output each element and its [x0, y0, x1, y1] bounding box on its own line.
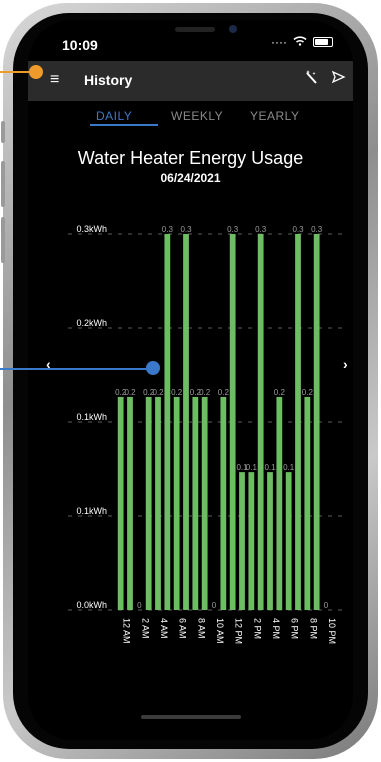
annotation-line-menu: [0, 71, 30, 73]
bar-value-label: 0.3: [162, 225, 174, 234]
bar[interactable]: [295, 234, 301, 610]
x-tick-label: 10 AM: [215, 618, 225, 644]
battery-icon: [313, 37, 333, 47]
status-icons: ····: [271, 35, 333, 49]
bar[interactable]: [201, 396, 208, 610]
x-tick-label: 10 PM: [327, 618, 337, 644]
bar-value-label: 0.2: [274, 388, 286, 397]
bar-value-label: 0.3: [292, 225, 304, 234]
y-tick-label: 0.1kWh: [76, 506, 107, 516]
bar[interactable]: [276, 396, 283, 610]
bar[interactable]: [239, 472, 245, 610]
home-indicator: [141, 715, 241, 719]
x-tick-label: 6 AM: [178, 618, 188, 639]
chart-title: Water Heater Energy Usage: [77, 148, 304, 168]
wifi-icon: [293, 35, 307, 49]
nav-bar: ≡ History: [28, 61, 353, 101]
bar-value-label: 0.1: [246, 463, 258, 472]
bar-value-label: 0.1: [283, 463, 295, 472]
x-tick-label: 2 AM: [140, 618, 150, 639]
bar[interactable]: [155, 396, 161, 610]
bar[interactable]: [127, 396, 133, 610]
next-day-arrow[interactable]: ›: [343, 356, 348, 372]
bar-value-label: 0: [137, 601, 142, 610]
mute-switch: [1, 121, 5, 143]
volume-up-button: [1, 161, 5, 207]
menu-icon[interactable]: ≡: [50, 71, 59, 89]
bar[interactable]: [117, 396, 124, 610]
volume-down-button: [1, 217, 5, 263]
annotation-dot-menu: [29, 65, 43, 79]
y-tick-label: 0.2kWh: [76, 318, 107, 328]
bar[interactable]: [285, 472, 292, 610]
bar-value-label: 0.1: [264, 463, 276, 472]
active-tab-indicator: [90, 124, 158, 126]
bar[interactable]: [192, 396, 199, 610]
bar[interactable]: [229, 234, 236, 610]
camera: [229, 25, 237, 33]
bar[interactable]: [313, 234, 320, 610]
bar-value-label: 0.2: [302, 388, 314, 397]
magic-wand-icon[interactable]: [304, 70, 320, 89]
notch: [111, 20, 275, 50]
bar[interactable]: [145, 396, 152, 610]
bar-value-label: 0.3: [227, 225, 239, 234]
page-title: History: [84, 72, 133, 88]
bar[interactable]: [173, 396, 180, 610]
bar-value-label: 0.2: [171, 388, 183, 397]
x-tick-label: 6 PM: [290, 618, 300, 639]
bar[interactable]: [257, 234, 264, 610]
y-tick-label: 0.3kWh: [76, 224, 107, 234]
tab-yearly[interactable]: YEARLY: [250, 109, 299, 123]
bar[interactable]: [183, 234, 189, 610]
screen: 10:09 ···· ≡ History DAILY WEEKLY YEARLY…: [28, 20, 353, 740]
bar-value-label: 0.3: [311, 225, 323, 234]
bar[interactable]: [248, 472, 255, 610]
bar[interactable]: [267, 472, 273, 610]
y-tick-label: 0.0kWh: [76, 600, 107, 610]
bar-value-label: 0.3: [255, 225, 267, 234]
bar-value-label: 0.2: [218, 388, 230, 397]
bar-value-label: 0.2: [152, 388, 164, 397]
bar-value-label: 0.3: [180, 225, 192, 234]
annotation-line-arrow: [0, 368, 148, 370]
bar[interactable]: [304, 396, 311, 610]
bar[interactable]: [220, 396, 227, 610]
range-tabs: DAILY WEEKLY YEARLY: [28, 105, 353, 127]
signal-icon: ····: [271, 35, 287, 49]
x-tick-label: 12 PM: [234, 618, 244, 644]
chart-date: 06/24/2021: [160, 171, 221, 185]
x-tick-label: 8 PM: [308, 618, 318, 639]
tab-weekly[interactable]: WEEKLY: [171, 109, 223, 123]
annotation-dot-arrow: [146, 361, 160, 375]
status-time: 10:09: [62, 37, 98, 53]
energy-bar-chart: 0.0kWh 0.1kWh 0.1kWh 0.2kWh 0.3kWh 0.2 0.2 0 0.2…: [68, 224, 346, 644]
speaker: [175, 27, 215, 32]
bar-value-label: 0: [324, 601, 329, 610]
bar[interactable]: [164, 234, 171, 610]
bar-value-label: 0.2: [124, 388, 136, 397]
x-tick-label: 4 PM: [271, 618, 281, 639]
x-tick-label: 8 AM: [196, 618, 206, 639]
tab-daily[interactable]: DAILY: [96, 109, 132, 123]
share-icon[interactable]: [331, 70, 346, 87]
x-tick-label: 12 AM: [122, 618, 132, 644]
bar-value-label: 0: [212, 601, 217, 610]
bar-value-label: 0.2: [199, 388, 211, 397]
x-tick-label: 4 AM: [159, 618, 169, 639]
y-tick-label: 0.1kWh: [76, 412, 107, 422]
x-tick-label: 2 PM: [252, 618, 262, 639]
